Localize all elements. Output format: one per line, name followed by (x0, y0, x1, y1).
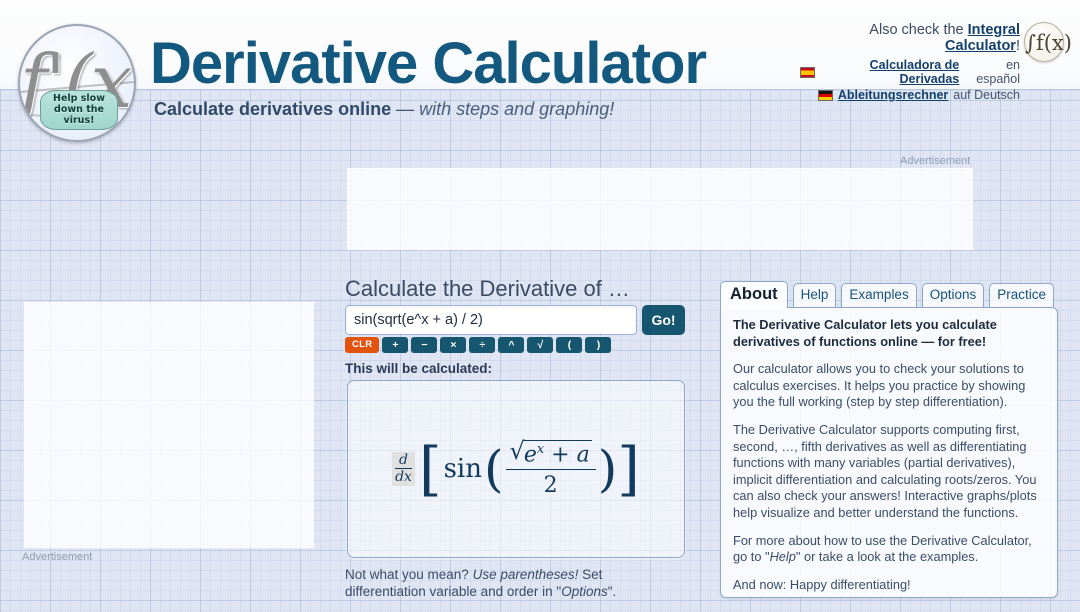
mask-line-3: virus! (63, 115, 95, 126)
left-ad-label: Advertisement (22, 551, 93, 563)
hint-use-parentheses: Use parentheses! (472, 567, 579, 582)
go-button[interactable]: Go! (642, 305, 685, 335)
tab-options[interactable]: Options (921, 283, 985, 307)
about-p3-part2: " or take a look at the examples. (795, 549, 979, 565)
top-links: Also check the Integral Calculator! Calc… (800, 22, 1020, 104)
key-minus[interactable]: − (411, 337, 438, 353)
key-multiply[interactable]: × (440, 337, 467, 353)
page-subtitle: Calculate derivatives online — with step… (154, 99, 614, 120)
operator-keypad: CLR + − × ÷ ^ √ ( ) (345, 337, 612, 353)
radicand-base: e (523, 441, 537, 467)
radicand: ex + a (522, 439, 592, 467)
will-be-calculated-label: This will be calculated: (345, 361, 493, 376)
top-advertisement (347, 168, 973, 250)
spain-flag-icon (800, 66, 815, 78)
fraction: √ ex + a 2 (505, 438, 596, 499)
key-sqrt[interactable]: √ (527, 337, 554, 353)
about-p3-help-word: Help (769, 549, 796, 565)
face-mask-icon: Help slow down the virus! (40, 90, 118, 130)
bracket-open: [ (418, 434, 442, 503)
formula-expression: d dx [ sin ( √ ex + a 2 ) ] (392, 434, 640, 503)
mask-line-2: down the (54, 104, 104, 115)
expression-input-row: Go! (345, 305, 685, 335)
language-row-es: Calculadora de Derivadas en español (800, 58, 1020, 86)
bracket-close: ] (617, 434, 640, 503)
about-lead: The Derivative Calculator lets you calcu… (733, 317, 997, 349)
spanish-site-link[interactable]: Calculadora de Derivadas (820, 58, 960, 86)
sin-function-label: sin (443, 453, 482, 484)
germany-flag-icon (817, 89, 833, 101)
key-divide[interactable]: ÷ (469, 337, 496, 353)
key-paren-open[interactable]: ( (556, 337, 583, 353)
also-check-suffix: ! (1015, 38, 1020, 54)
hint-part-3: ". (607, 584, 617, 599)
page-title: Derivative Calculator (150, 31, 707, 96)
mask-line-1: Help slow (53, 93, 105, 104)
key-paren-close[interactable]: ) (585, 337, 612, 353)
calculator-heading: Calculate the Derivative of … (345, 276, 630, 301)
derivative-operator-icon: d dx (392, 451, 415, 486)
about-paragraph-1: Our calculator allows you to check your … (733, 361, 1026, 410)
german-site-link[interactable]: Ableitungsrechner (838, 88, 948, 102)
integral-glyph: ∫f(x) (1025, 31, 1072, 55)
subtitle-dash: — (391, 99, 420, 119)
hint-part-1: Not what you mean? (345, 567, 473, 582)
fraction-denominator: 2 (543, 473, 558, 499)
key-power[interactable]: ^ (498, 337, 525, 353)
tab-practice[interactable]: Practice (989, 283, 1055, 307)
tab-examples[interactable]: Examples (841, 283, 917, 307)
key-plus[interactable]: + (382, 337, 409, 353)
key-clear[interactable]: CLR (345, 337, 380, 353)
spanish-site-suffix: en español (976, 58, 1020, 86)
about-paragraph-4: And now: Happy differentiating! (733, 576, 911, 592)
language-row-de: Ableitungsrechner auf Deutsch (800, 88, 1020, 102)
fraction-numerator: √ ex + a (506, 438, 596, 469)
tab-help[interactable]: Help (792, 283, 837, 307)
expression-input[interactable] (345, 305, 637, 335)
tab-about[interactable]: About (720, 281, 788, 309)
about-paragraph-2: The Derivative Calculator supports compu… (733, 421, 1037, 520)
integral-calculator-logo-icon[interactable]: ∫f(x) (1024, 22, 1072, 62)
radicand-rest: + a (544, 441, 590, 467)
subtitle-bold: Calculate derivatives online (154, 99, 392, 119)
paren-open-glyph: ( (484, 439, 504, 498)
also-check-prefix: Also check the (869, 22, 968, 38)
parentheses-hint: Not what you mean? Use parentheses! Set … (345, 566, 685, 600)
about-panel: The Derivative Calculator lets you calcu… (720, 307, 1058, 598)
also-check-row: Also check the Integral Calculator! (800, 22, 1020, 54)
left-advertisement (24, 302, 314, 548)
rendered-formula-box: d dx [ sin ( √ ex + a 2 ) ] (347, 380, 685, 558)
square-root-icon: √ ex + a (510, 438, 592, 467)
german-site-suffix: auf Deutsch (953, 88, 1020, 102)
site-logo[interactable]: f'(x) Help slow down the virus! (18, 24, 136, 142)
hint-options-word: Options (561, 584, 608, 599)
subtitle-italic: with steps and graphing! (419, 99, 615, 119)
top-ad-label: Advertisement (900, 155, 971, 167)
info-tab-bar: About Help Examples Options Practice (720, 281, 1055, 309)
paren-close-glyph: ) (597, 439, 618, 498)
operator-numerator: d (399, 451, 408, 468)
operator-denominator: dx (395, 467, 412, 485)
about-paragraph-3: For more about how to use the Derivative… (733, 533, 1045, 566)
